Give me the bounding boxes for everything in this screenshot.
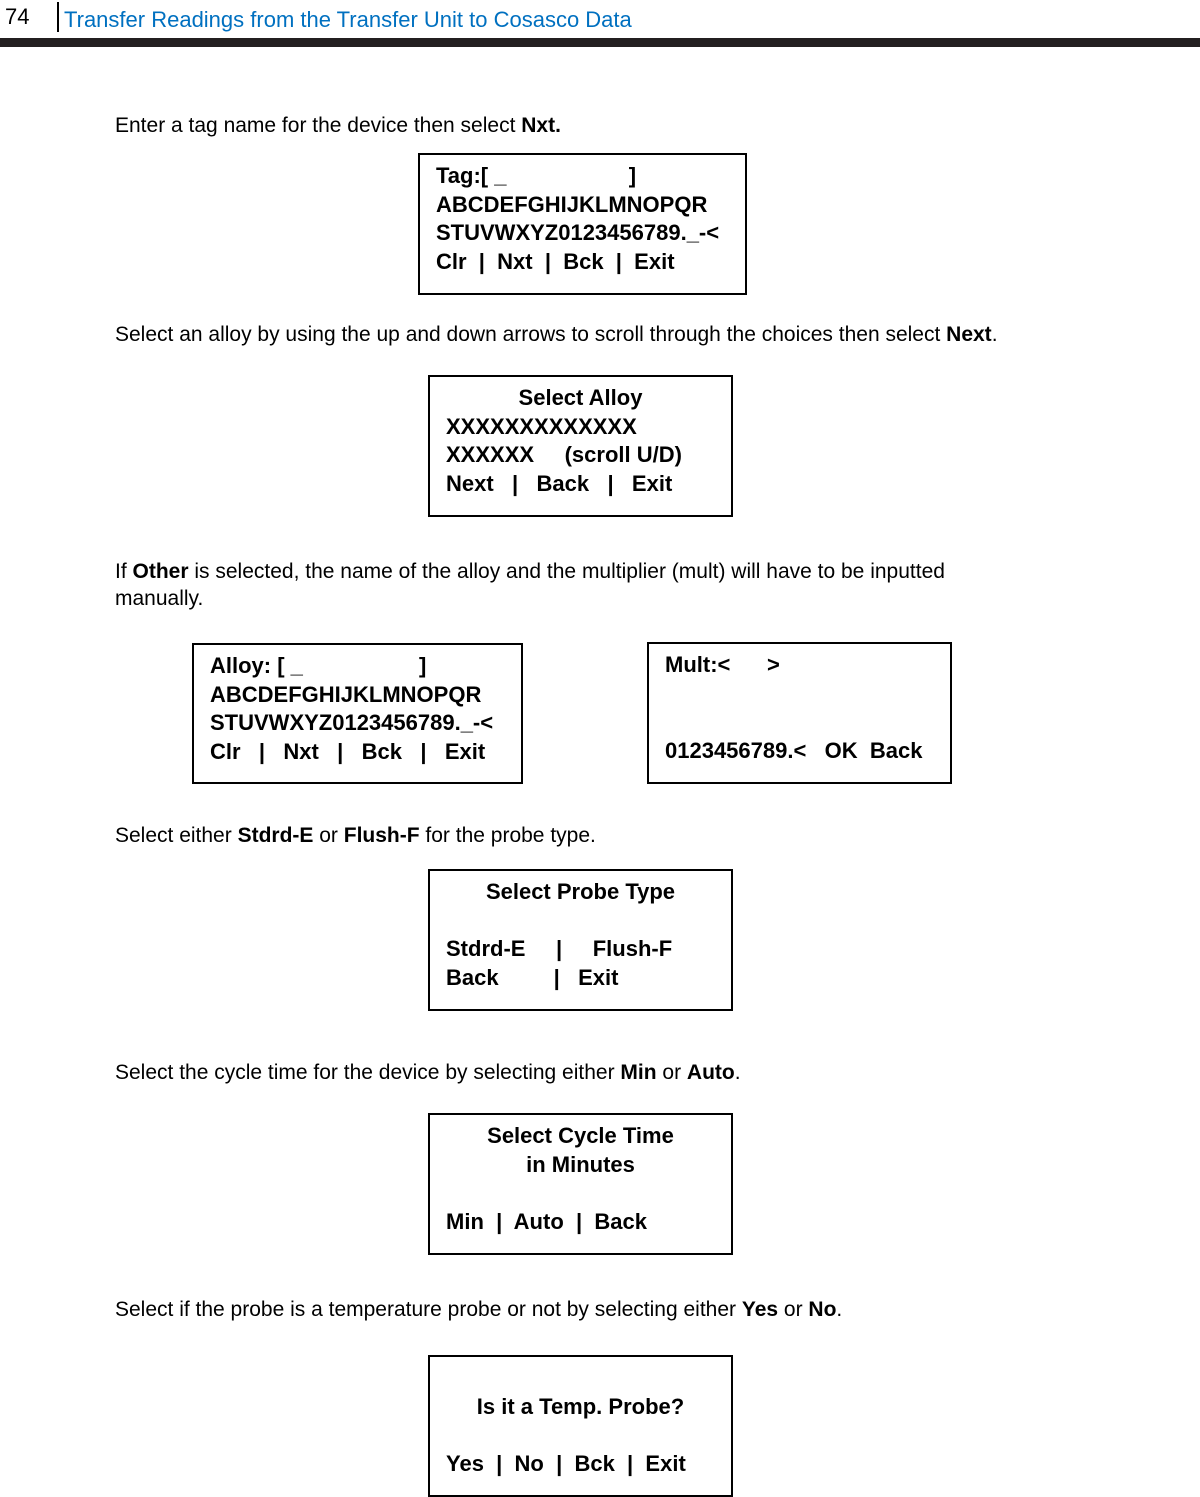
screen-line: Tag:[ _ ] (436, 163, 637, 188)
screen-line (665, 708, 950, 737)
bold-term: Next (946, 323, 992, 346)
screen-title: Is it a Temp. Probe? (476, 1393, 685, 1419)
screen-line: STUVWXYZ0123456789._-< (210, 710, 494, 735)
screen-line: Next | Back | Exit (446, 470, 673, 496)
text-run: Select if the probe is a temperature pro… (115, 1298, 742, 1321)
mult-screen: Mult:< > 0123456789.< OK Back (647, 642, 952, 784)
text-run: Enter a tag name for the device then sel… (115, 114, 522, 137)
screen-line: Clr | Nxt | Bck | Exit (436, 248, 675, 274)
header-bar (0, 38, 1200, 47)
text-run: Select an alloy by using the up and down… (115, 323, 947, 346)
probe-type-screen: Select Probe Type Stdrd-E | Flush-F Back… (428, 869, 733, 1011)
screen-title: Select Alloy (518, 385, 643, 410)
screen-line: Back | Exit (446, 964, 619, 990)
screen-line: XXXXXXXXXXXXX (446, 413, 637, 439)
text-run: is selected, the name of the alloy and t… (115, 560, 945, 610)
alloy-name-screen: Alloy: [ _ ] ABCDEFGHIJKLMNOPQR STUVWXYZ… (192, 643, 523, 784)
text-run: . (991, 323, 998, 346)
section-title: Transfer Readings from the Transfer Unit… (64, 7, 632, 32)
screen-line: Min | Auto | Back (446, 1208, 647, 1234)
screen-line: Mult:< > (665, 652, 780, 677)
screen-title: Select Probe Type (485, 879, 676, 904)
temp-probe-screen: Is it a Temp. Probe? Yes | No | Bck | Ex… (428, 1355, 733, 1497)
screen-line (446, 1421, 731, 1450)
screen-line (446, 1179, 731, 1208)
tag-screen: Tag:[ _ ] ABCDEFGHIJKLMNOPQR STUVWXYZ012… (418, 153, 747, 295)
screen-line (446, 1364, 731, 1393)
text-run: or (778, 1298, 809, 1321)
text-run: Select either (115, 824, 238, 847)
bold-term: Min (620, 1061, 657, 1084)
screen-line: ABCDEFGHIJKLMNOPQR (436, 191, 708, 217)
screen-line (446, 907, 731, 936)
paragraph: Select an alloy by using the up and down… (115, 321, 1115, 348)
alloy-select-screen: Select Alloy XXXXXXXXXXXXX XXXXXX (scrol… (428, 375, 733, 517)
text-run: . (734, 1061, 741, 1084)
screen-line: 0123456789.< OK Back (665, 737, 923, 763)
text-run: or (656, 1061, 687, 1084)
bold-term: Yes (741, 1298, 779, 1321)
text-run: for the probe type. (419, 824, 596, 847)
screen-line: STUVWXYZ0123456789._-< (436, 220, 720, 245)
screen-line: Yes | No | Bck | Exit (446, 1450, 686, 1476)
screen-title: Select Cycle Time (487, 1123, 674, 1148)
screen-line (665, 680, 950, 709)
text-run: Select the cycle time for the device by … (115, 1061, 621, 1084)
paragraph: Select if the probe is a temperature pro… (115, 1296, 1115, 1323)
screen-line: Alloy: [ _ ] (210, 653, 427, 678)
paragraph: If Other is selected, the name of the al… (115, 558, 1035, 612)
screen-line: Clr | Nxt | Bck | Exit (210, 738, 486, 764)
cycle-time-screen: Select Cycle Time in Minutes Min | Auto … (428, 1113, 733, 1255)
bold-term: No (808, 1298, 837, 1321)
screen-line: Stdrd-E | Flush-F (446, 936, 673, 961)
text-run: or (313, 824, 344, 847)
bold-term: Flush-F (343, 824, 420, 847)
screen-line: ABCDEFGHIJKLMNOPQR (210, 681, 482, 707)
text-run: . (836, 1298, 843, 1321)
page-number: 74 (5, 4, 30, 29)
bold-term: Nxt. (521, 114, 561, 137)
bold-term: Auto (686, 1061, 735, 1084)
screen-line: XXXXXX (scroll U/D) (446, 442, 682, 467)
text-run: If (115, 560, 133, 583)
header-divider (57, 2, 59, 32)
paragraph: Enter a tag name for the device then sel… (115, 112, 1115, 139)
paragraph: Select either Stdrd-E or Flush-F for the… (115, 822, 1115, 849)
bold-term: Other (132, 560, 189, 583)
bold-term: Stdrd-E (237, 824, 314, 847)
paragraph: Select the cycle time for the device by … (115, 1059, 1115, 1086)
screen-title: in Minutes (526, 1151, 635, 1177)
